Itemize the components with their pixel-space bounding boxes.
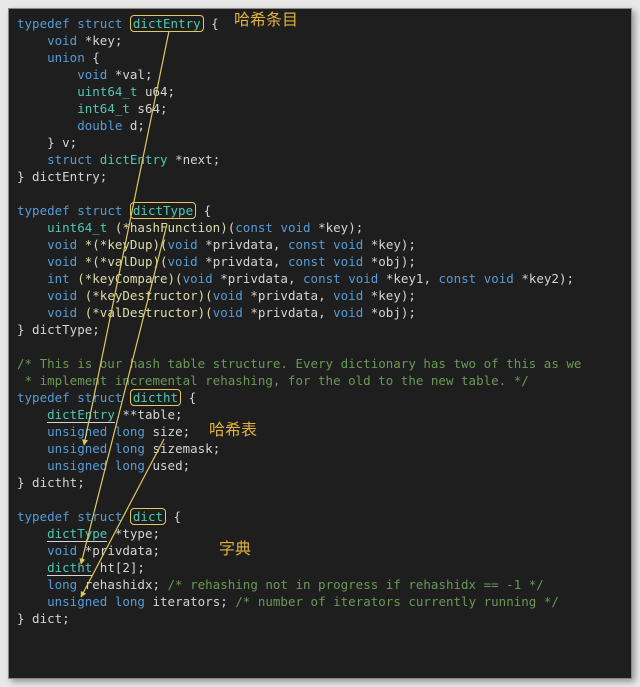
annotation-entry: 哈希条目 (234, 12, 298, 29)
annotation-dict: 字典 (219, 541, 251, 558)
ref-dictEntry: dictEntry (47, 407, 115, 423)
comment-hash-2: * implement incremental rehashing, for t… (17, 373, 529, 388)
kw-struct: struct (77, 16, 122, 31)
type-dictType: dictType (130, 202, 196, 219)
comment-rehash: /* rehashing not in progress if rehashid… (168, 577, 544, 592)
comment-iter: /* number of iterators currently running… (235, 594, 559, 609)
end-dictType: } dictType; (17, 322, 100, 337)
type-dictEntry: dictEntry (130, 15, 204, 32)
end-dictEntry: } dictEntry; (17, 169, 107, 184)
ref-dictht: dictht (47, 560, 92, 576)
type-dict: dict (130, 508, 166, 525)
annotation-table: 哈希表 (209, 422, 257, 439)
source-code: typedef struct dictEntry { void *key; un… (17, 15, 623, 627)
kw-typedef: typedef (17, 16, 70, 31)
ref-dictType: dictType (47, 526, 107, 542)
comment-hash-1: /* This is our hash table structure. Eve… (17, 356, 581, 371)
end-dictht: } dictht; (17, 475, 85, 490)
end-dict: } dict; (17, 611, 70, 626)
code-editor-pane: typedef struct dictEntry { void *key; un… (8, 8, 632, 679)
type-dictht: dictht (130, 389, 181, 406)
